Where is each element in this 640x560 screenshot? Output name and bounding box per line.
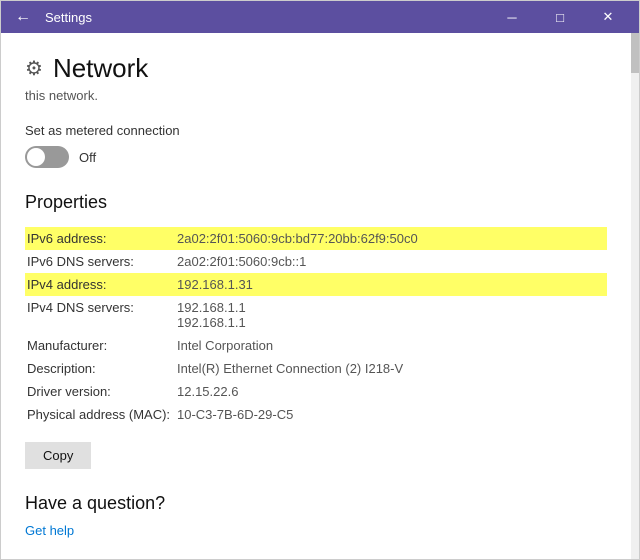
toggle-label: Off [79,150,96,165]
close-button[interactable]: ✕ [585,1,631,33]
table-row: Description:Intel(R) Ethernet Connection… [25,357,607,380]
page-subtitle: this network. [25,88,607,103]
maximize-button[interactable]: □ [537,1,583,33]
prop-value: 192.168.1.31 [175,273,607,296]
question-heading: Have a question? [25,493,607,514]
prop-value: 2a02:2f01:5060:9cb::1 [175,250,607,273]
properties-heading: Properties [25,192,607,213]
copy-button[interactable]: Copy [25,442,91,469]
title-bar-left: ← Settings [9,3,92,31]
prop-value: 12.15.22.6 [175,380,607,403]
metered-toggle[interactable] [25,146,69,168]
prop-key: IPv6 DNS servers: [25,250,175,273]
prop-value: 192.168.1.1192.168.1.1 [175,296,607,334]
scrollbar-thumb [631,33,639,73]
table-row: IPv4 address:192.168.1.31 [25,273,607,296]
page-title: Network [53,53,148,84]
back-button[interactable]: ← [9,3,37,31]
toggle-knob [27,148,45,166]
window-controls: ─ □ ✕ [489,1,631,33]
prop-key: Physical address (MAC): [25,403,175,426]
close-icon: ✕ [603,9,614,25]
gear-icon: ⚙ [25,56,43,81]
table-row: IPv4 DNS servers:192.168.1.1192.168.1.1 [25,296,607,334]
metered-label: Set as metered connection [25,123,607,138]
prop-key: Manufacturer: [25,334,175,357]
toggle-row: Off [25,146,607,168]
prop-key: IPv4 address: [25,273,175,296]
maximize-icon: □ [556,10,564,25]
prop-key: IPv4 DNS servers: [25,296,175,334]
get-help-link[interactable]: Get help [25,523,74,538]
table-row: Physical address (MAC):10-C3-7B-6D-29-C5 [25,403,607,426]
window-title: Settings [45,10,92,25]
minimize-button[interactable]: ─ [489,1,535,33]
table-row: IPv6 address:2a02:2f01:5060:9cb:bd77:20b… [25,227,607,250]
properties-table: IPv6 address:2a02:2f01:5060:9cb:bd77:20b… [25,227,607,426]
prop-key: Driver version: [25,380,175,403]
page-header: ⚙ Network [25,53,607,84]
scrollbar[interactable] [631,33,639,559]
back-icon: ← [15,8,31,26]
table-row: Driver version:12.15.22.6 [25,380,607,403]
title-bar: ← Settings ─ □ ✕ [1,1,639,33]
main-content: ⚙ Network this network. Set as metered c… [1,33,631,559]
table-row: Manufacturer:Intel Corporation [25,334,607,357]
prop-value: 2a02:2f01:5060:9cb:bd77:20bb:62f9:50c0 [175,227,607,250]
minimize-icon: ─ [507,10,516,25]
prop-value: 10-C3-7B-6D-29-C5 [175,403,607,426]
prop-value: Intel(R) Ethernet Connection (2) I218-V [175,357,607,380]
prop-value: Intel Corporation [175,334,607,357]
table-row: IPv6 DNS servers:2a02:2f01:5060:9cb::1 [25,250,607,273]
prop-key: Description: [25,357,175,380]
content-area: ⚙ Network this network. Set as metered c… [1,33,639,559]
prop-key: IPv6 address: [25,227,175,250]
window: ← Settings ─ □ ✕ ⚙ Network this network. [0,0,640,560]
copy-button-label: Copy [43,448,73,463]
